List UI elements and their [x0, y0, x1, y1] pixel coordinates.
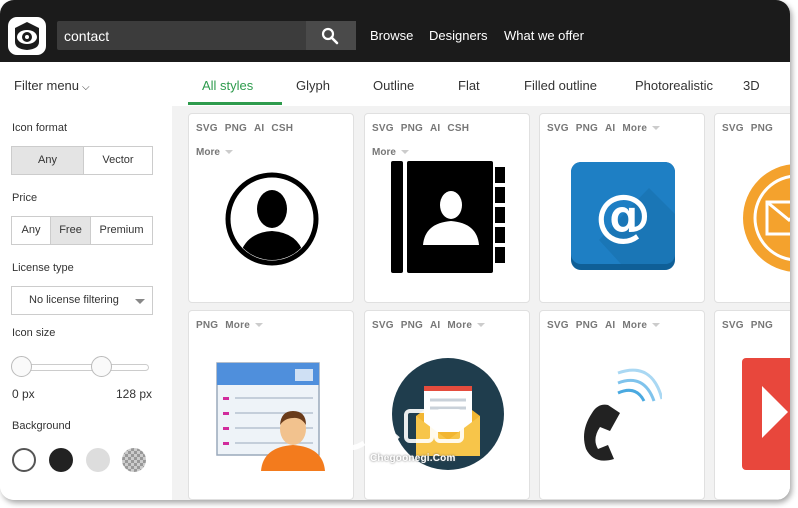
background-white-swatch[interactable]: [12, 448, 36, 472]
format-svg-link[interactable]: SVG: [722, 320, 744, 331]
format-ai-link[interactable]: AI: [430, 320, 440, 331]
format-list: SVG PNG AI CSH: [372, 123, 476, 134]
red-mail-icon: [742, 358, 790, 470]
mail-circle-icon: [743, 164, 790, 272]
logo-eye-icon[interactable]: [8, 17, 46, 55]
format-list: SVG PNG: [722, 123, 780, 134]
phone-ringing-icon: [584, 368, 662, 461]
icon-size-label: Icon size: [12, 327, 56, 339]
price-free-button[interactable]: Free: [50, 216, 91, 245]
style-tabs-bar: Filter menu ⌵ All styles Glyph Outline Fl…: [0, 62, 790, 106]
more-formats-dropdown[interactable]: More: [622, 123, 660, 134]
tab-photorealistic[interactable]: Photorealistic: [635, 78, 713, 93]
format-svg-link[interactable]: SVG: [196, 123, 218, 134]
address-book-icon: [391, 161, 505, 273]
format-png-link[interactable]: PNG: [751, 123, 773, 134]
tab-3d[interactable]: 3D: [743, 78, 760, 93]
chevron-down-icon: ⌵: [82, 82, 90, 93]
format-ai-link[interactable]: AI: [605, 123, 615, 134]
license-select-value: No license filtering: [29, 294, 119, 306]
background-transparent-swatch[interactable]: [122, 448, 146, 472]
format-list: SVG PNG: [722, 320, 780, 331]
background-black-swatch[interactable]: [49, 448, 73, 472]
background-gray-swatch[interactable]: [86, 448, 110, 472]
more-formats-dropdown[interactable]: More: [622, 320, 660, 331]
search-input[interactable]: [57, 21, 307, 50]
more-formats-dropdown[interactable]: More: [447, 320, 485, 331]
icon-card[interactable]: SVG PNG: [714, 113, 790, 303]
format-ai-link[interactable]: AI: [605, 320, 615, 331]
format-png-link[interactable]: PNG: [401, 123, 423, 134]
top-bar: Browse Designers What we offer: [0, 0, 790, 62]
icon-card[interactable]: SVG PNG AI CSH More: [188, 113, 354, 303]
icon-size-slider[interactable]: [19, 364, 149, 371]
more-formats-dropdown[interactable]: More: [196, 147, 233, 158]
format-vector-button[interactable]: Vector: [83, 146, 153, 175]
format-csh-link[interactable]: CSH: [271, 123, 293, 134]
format-svg-link[interactable]: SVG: [547, 320, 569, 331]
format-csh-link[interactable]: CSH: [447, 123, 469, 134]
icon-size-min-handle[interactable]: [11, 356, 32, 377]
tab-all-styles[interactable]: All styles: [202, 78, 253, 93]
app-window: Browse Designers What we offer Filter me…: [0, 0, 790, 500]
filter-menu-label: Filter menu: [14, 78, 80, 93]
icon-format-label: Icon format: [12, 122, 68, 134]
format-svg-link[interactable]: SVG: [722, 123, 744, 134]
filter-sidebar: Icon format Any Vector Price Any Free Pr…: [0, 106, 172, 500]
format-png-link[interactable]: PNG: [401, 320, 423, 331]
price-any-button[interactable]: Any: [11, 216, 51, 245]
license-type-label: License type: [12, 262, 74, 274]
format-png-link[interactable]: PNG: [576, 123, 598, 134]
svg-text:@: @: [595, 183, 651, 248]
license-select[interactable]: No license filtering: [11, 286, 153, 315]
nav-designers[interactable]: Designers: [429, 28, 488, 43]
format-list: PNG More: [196, 320, 270, 331]
format-ai-link[interactable]: AI: [430, 123, 440, 134]
format-list: SVG PNG AI CSH: [196, 123, 300, 134]
active-tab-indicator: [188, 102, 282, 105]
tab-outline[interactable]: Outline: [373, 78, 414, 93]
format-list: SVG PNG AI More: [547, 320, 667, 331]
price-label: Price: [12, 192, 38, 204]
nav-browse[interactable]: Browse: [370, 28, 413, 43]
tab-glyph[interactable]: Glyph: [296, 78, 330, 93]
icon-size-min-value: 0 px: [12, 387, 35, 401]
format-png-link[interactable]: PNG: [196, 320, 218, 331]
more-formats-dropdown[interactable]: More: [225, 320, 263, 331]
price-premium-button[interactable]: Premium: [90, 216, 153, 245]
search-icon: [321, 27, 339, 45]
icon-card[interactable]: SVG PNG AI More: [539, 310, 705, 500]
tab-filled-outline[interactable]: Filled outline: [524, 78, 597, 93]
format-list: SVG PNG AI More: [372, 320, 492, 331]
more-formats-dropdown[interactable]: More: [372, 147, 409, 158]
icon-size-max-value: 128 px: [116, 387, 153, 401]
icon-size-max-handle[interactable]: [91, 356, 112, 377]
background-label: Background: [12, 420, 71, 432]
nav-what-we-offer[interactable]: What we offer: [504, 28, 584, 43]
user-circle-icon: [225, 172, 319, 266]
format-svg-link[interactable]: SVG: [372, 123, 394, 134]
email-at-icon: @: [571, 162, 675, 270]
format-svg-link[interactable]: SVG: [372, 320, 394, 331]
format-png-link[interactable]: PNG: [576, 320, 598, 331]
format-png-link[interactable]: PNG: [225, 123, 247, 134]
format-svg-link[interactable]: SVG: [547, 123, 569, 134]
tab-flat[interactable]: Flat: [458, 78, 480, 93]
format-ai-link[interactable]: AI: [254, 123, 264, 134]
caret-down-icon: [135, 299, 145, 304]
contact-card-icon: [216, 362, 325, 471]
filter-menu-toggle[interactable]: Filter menu ⌵: [14, 78, 90, 93]
watermark-text: Chegoonegi.Com: [370, 453, 456, 464]
icon-card[interactable]: SVG PNG: [714, 310, 790, 500]
format-list: SVG PNG AI More: [547, 123, 667, 134]
icon-card[interactable]: SVG PNG AI More @: [539, 113, 705, 303]
icon-card[interactable]: SVG PNG AI CSH More: [364, 113, 530, 303]
search-button[interactable]: [306, 21, 356, 50]
format-any-button[interactable]: Any: [11, 146, 84, 175]
format-png-link[interactable]: PNG: [751, 320, 773, 331]
